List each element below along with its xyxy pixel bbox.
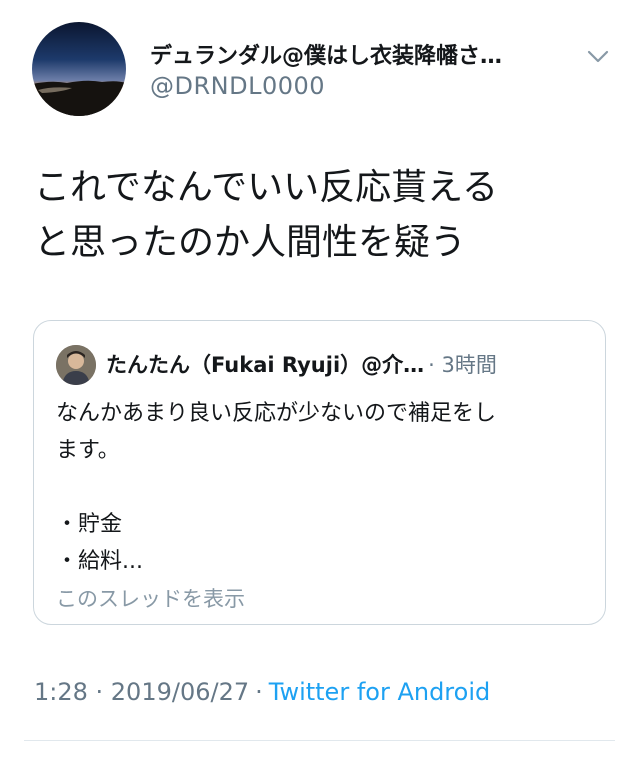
quoted-tweet-text: なんかあまり良い反応が少ないので補足をし ます。 ・貯金 ・給料... — [56, 401, 497, 574]
author-handle[interactable]: @DRNDL0000 — [150, 72, 325, 100]
quoted-author-avatar — [56, 345, 96, 385]
divider — [24, 740, 615, 741]
chevron-down-icon — [587, 50, 609, 63]
tweet-meta: 1:28 · 2019/06/27 · Twitter for Android — [34, 678, 490, 706]
tweet-text: これでなんでいい反応貰える と思ったのか人間性を疑う — [34, 167, 499, 263]
more-options-button[interactable] — [584, 42, 612, 70]
person-photo-icon — [56, 345, 96, 385]
author-display-name[interactable]: デュランダル@僕はし衣装降幡さ… — [150, 38, 570, 70]
quoted-tweet-card[interactable]: たんたん（Fukai Ryuji）@介… · 3時間 なんかあまり良い反応が少ない… — [33, 320, 606, 625]
sunset-photo-icon — [32, 80, 126, 116]
tweet-timestamp[interactable]: 1:28 · 2019/06/27 — [34, 678, 249, 706]
quoted-time: · 3時間 — [428, 353, 497, 377]
quoted-author-name: たんたん（Fukai Ryuji）@介… — [106, 353, 425, 377]
show-thread-link[interactable]: このスレッドを表示 — [56, 583, 245, 613]
tweet-source-link[interactable]: Twitter for Android — [269, 678, 490, 706]
meta-separator: · — [255, 678, 263, 706]
quoted-header: たんたん（Fukai Ryuji）@介… · 3時間 — [106, 349, 586, 379]
author-avatar[interactable] — [32, 22, 126, 116]
